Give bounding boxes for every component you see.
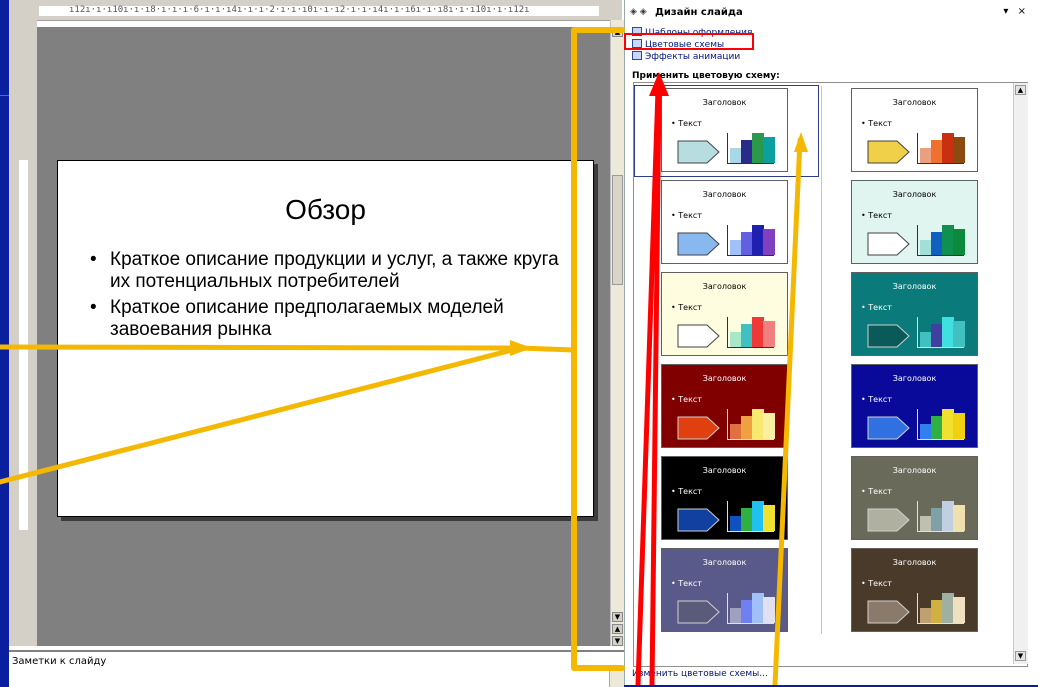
thumbnail-title: Заголовок [702,374,747,383]
gallery-scroll-up[interactable]: ▲ [1015,85,1026,95]
thumbnail-text: • Текст [671,211,702,220]
thumbnail-chart [727,409,775,440]
thumbnail-chart [727,317,775,348]
thumbnail-title: Заголовок [892,190,937,199]
thumbnail-title: Заголовок [702,190,747,199]
thumbnail-arrow-shape [677,232,720,256]
slide-bullet[interactable]: Краткое описание предполагаемых моделей … [88,297,578,341]
section-label: Применить цветовую схему: [632,71,780,81]
task-pane-title: Дизайн слайда [655,7,743,18]
annotation-highlight-box [624,33,754,50]
color-scheme-thumbnail[interactable]: Заголовок • Текст [851,88,978,172]
color-scheme-thumbnail[interactable]: Заголовок • Текст [661,456,788,540]
thumbnail-bar [763,229,775,255]
color-scheme-thumbnail[interactable]: Заголовок • Текст [661,364,788,448]
scroll-down-button[interactable]: ▼ [612,612,623,622]
thumbnail-title: Заголовок [702,282,747,291]
scroll-thumb[interactable] [612,175,623,285]
animation-effects-icon [632,51,642,60]
thumbnail-text: • Текст [861,303,892,312]
desktop-grid-line [0,95,9,96]
slide-bullet[interactable]: Краткое описание продукции и услуг, а та… [88,249,578,293]
notes-pane[interactable]: Заметки к слайду [9,650,624,687]
color-scheme-thumbnail[interactable]: Заголовок • Текст [661,548,788,632]
slide-scrollbar[interactable]: ▲ ▼ ▲ ▼ [610,20,625,646]
thumbnail-text: • Текст [861,579,892,588]
thumbnail-chart [727,225,775,256]
thumbnail-chart [917,409,965,440]
selected-scheme-outline [634,85,819,177]
gallery-scroll-down[interactable]: ▼ [1015,651,1026,661]
thumbnail-bar [953,137,965,163]
thumbnail-bar [763,597,775,623]
thumbnail-bar [763,505,775,531]
color-scheme-thumbnail[interactable]: Заголовок • Текст [661,272,788,356]
thumbnail-arrow-shape [677,508,720,532]
thumbnail-bar [953,321,965,347]
color-scheme-thumbnail[interactable]: Заголовок • Текст [851,456,978,540]
edit-color-schemes-link[interactable]: Изменить цветовые схемы... [632,669,768,679]
horizontal-ruler: ı12ı·ı·ı10ı·ı·ı8·ı·ı·ı·6·ı·ı·ı4ı·ı·ı·2·ı… [9,0,622,21]
notes-placeholder[interactable]: Заметки к слайду [12,656,106,667]
gallery-scrollbar[interactable]: ▲ ▼ [1013,83,1028,664]
thumbnail-chart [917,593,965,624]
thumbnail-arrow-shape [677,416,720,440]
previous-slide-button[interactable]: ▲ [612,624,623,634]
thumbnail-text: • Текст [861,487,892,496]
link-animation-effects[interactable]: Эффекты анимации [632,51,740,62]
thumbnail-title: Заголовок [702,466,747,475]
slide-body[interactable]: Краткое описание продукции и услуг, а та… [88,249,578,345]
thumbnail-title: Заголовок [892,98,937,107]
thumbnail-title: Заголовок [892,466,937,475]
color-scheme-thumbnail[interactable]: Заголовок • Текст [851,272,978,356]
thumbnail-arrow-shape [867,324,910,348]
task-pane-header: ◈ ◈ Дизайн слайда ▾ × [625,5,1038,21]
close-icon[interactable]: ▾ × [1003,6,1029,17]
color-scheme-thumbnail[interactable]: Заголовок • Текст [661,180,788,264]
thumbnail-arrow-shape [867,600,910,624]
thumbnail-text: • Текст [671,395,702,404]
thumbnail-title: Заголовок [702,558,747,567]
thumbnail-chart [917,225,965,256]
slide-title[interactable]: Обзор [58,194,593,226]
color-scheme-thumbnail[interactable]: Заголовок • Текст [851,180,978,264]
color-scheme-thumbnail[interactable]: Заголовок • Текст [851,548,978,632]
thumbnail-text: • Текст [671,303,702,312]
thumbnail-arrow-shape [677,600,720,624]
thumbnail-bar [763,413,775,439]
thumbnail-arrow-shape [867,232,910,256]
notes-scrollbar[interactable] [609,670,624,687]
thumbnail-text: • Текст [671,579,702,588]
gallery-divider [821,86,822,634]
thumbnail-title: Заголовок [892,282,937,291]
vertical-ruler [9,20,37,646]
next-slide-button[interactable]: ▼ [612,636,623,646]
thumbnail-text: • Текст [861,211,892,220]
thumbnail-title: Заголовок [892,558,937,567]
color-scheme-thumbnail[interactable]: Заголовок • Текст [851,364,978,448]
thumbnail-bar [953,229,965,255]
thumbnail-arrow-shape [867,416,910,440]
back-forward-icon[interactable]: ◈ ◈ [630,7,647,17]
thumbnail-title: Заголовок [892,374,937,383]
thumbnail-arrow-shape [677,324,720,348]
thumbnail-bar [953,413,965,439]
thumbnail-text: • Текст [671,487,702,496]
thumbnail-chart [917,317,965,348]
thumbnail-bar [763,321,775,347]
thumbnail-bar [953,505,965,531]
scroll-up-button[interactable]: ▲ [612,27,623,37]
slide[interactable]: Обзор Краткое описание продукции и услуг… [57,160,594,517]
thumbnail-bar [953,597,965,623]
thumbnail-text: • Текст [861,395,892,404]
thumbnail-chart [917,501,965,532]
thumbnail-chart [917,133,965,164]
ruler-ticks: ı12ı·ı·ı10ı·ı·ı8·ı·ı·ı·6·ı·ı·ı4ı·ı·ı·2·ı… [69,5,530,15]
thumbnail-chart [727,593,775,624]
thumbnail-text: • Текст [861,119,892,128]
thumbnail-arrow-shape [867,508,910,532]
thumbnail-arrow-shape [867,140,910,164]
thumbnail-chart [727,501,775,532]
